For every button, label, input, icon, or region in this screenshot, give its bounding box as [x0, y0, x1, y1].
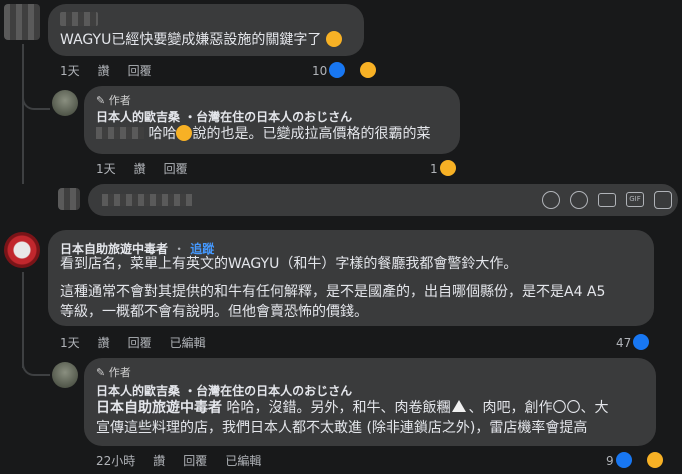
like-link[interactable]: 讚: [134, 162, 146, 176]
author-avatar[interactable]: [52, 362, 78, 388]
laughing-emoji-icon: [325, 31, 342, 47]
comment-bubble: WAGYU已經快要變成嫌惡設施的關鍵字了: [48, 4, 364, 56]
composer-placeholder-redacted: [102, 194, 192, 206]
reply-actions: 22小時 讚 回覆 已編輯: [96, 452, 279, 469]
reaction-count: 47: [616, 336, 632, 350]
timestamp[interactable]: 1天: [60, 64, 80, 78]
stickers-icon[interactable]: [654, 191, 672, 209]
haha-reaction-icon: [646, 452, 663, 468]
like-reaction-icon: [633, 334, 650, 350]
commenter-avatar[interactable]: [4, 232, 40, 268]
commenter-avatar[interactable]: [4, 4, 40, 40]
reply-text: 哈哈 說的也是。已變成拉高價格的很霸的菜: [96, 124, 430, 144]
reaction-summary[interactable]: 47: [616, 334, 667, 350]
like-reaction-icon: [615, 452, 632, 468]
reaction-count: 1: [430, 162, 438, 176]
comment-actions: 1天 讚 回覆 已編輯: [60, 334, 224, 351]
reply-text-line2: 宣傳這些料理的店，我們日本人都不太敢進 (除非連鎖店之外)，雷店機率會提高: [96, 420, 588, 436]
edited-label: 已編輯: [169, 336, 206, 350]
edited-label: 已編輯: [225, 454, 262, 468]
author-avatar[interactable]: [52, 90, 78, 116]
reply-text-line1: 日本自助旅遊中毒者 哈哈，沒錯。另外，和牛、肉卷飯糰 、肉吧，創作〇〇、大: [96, 400, 609, 416]
reply-link[interactable]: 回覆: [183, 454, 207, 468]
reaction-summary[interactable]: 9: [606, 452, 681, 468]
pencil-icon: ✎: [96, 94, 106, 107]
reply-bubble: ✎ 作者 日本人的歐吉桑 ・台灣在住の日本人のおじさん 哈哈 說的也是。已變成拉高…: [84, 86, 460, 154]
smile-emoji-icon: [176, 125, 193, 141]
like-link[interactable]: 讚: [98, 336, 110, 350]
haha-reaction-icon: [439, 160, 456, 176]
reply-composer[interactable]: GIF: [88, 184, 678, 216]
commenter-name-redacted[interactable]: [60, 12, 98, 26]
timestamp[interactable]: 22小時: [96, 454, 135, 468]
reaction-summary[interactable]: 10: [312, 62, 394, 78]
gif-icon[interactable]: GIF: [626, 192, 644, 207]
comment-actions: 1天 讚 回覆: [60, 62, 170, 79]
like-link[interactable]: 讚: [153, 454, 165, 468]
reply-link[interactable]: 回覆: [128, 64, 152, 78]
sticker-icon[interactable]: [542, 191, 560, 209]
like-reaction-icon: [329, 62, 346, 78]
comment-bubble: 日本自助旅遊中毒者 ・ 追蹤 看到店名，菜單上有英文的WAGYU（和牛）字樣的餐…: [48, 230, 654, 326]
reply-actions: 1天 讚 回覆: [96, 160, 206, 177]
reply-link[interactable]: 回覆: [128, 336, 152, 350]
thread-branch: [22, 354, 50, 376]
author-badge: ✎ 作者: [96, 94, 131, 107]
emoji-icon[interactable]: [570, 191, 588, 209]
thread-line: [22, 44, 24, 184]
current-user-avatar[interactable]: [58, 188, 80, 210]
thread-branch: [22, 88, 50, 110]
reaction-summary[interactable]: 1: [430, 160, 474, 176]
comment-text-para2-line2: 等級，一概都不會有說明。但他會賣恐怖的價錢。: [60, 304, 368, 320]
mention-redacted[interactable]: [96, 127, 144, 139]
comment-text-para1: 看到店名，菜單上有英文的WAGYU（和牛）字樣的餐廳我都會警鈴大作。: [60, 256, 518, 272]
comment-text-para2-line1: 這種通常不會對其提供的和牛有任何解釋，是不是國產的，出自哪個縣份，是不是A4 A…: [60, 284, 606, 300]
mention-link[interactable]: 日本自助旅遊中毒者: [96, 400, 222, 416]
haha-reaction-icon: [360, 62, 377, 78]
timestamp[interactable]: 1天: [60, 336, 80, 350]
author-name[interactable]: 日本人的歐吉桑 ・台灣在住の日本人のおじさん: [96, 108, 352, 125]
reply-link[interactable]: 回覆: [164, 162, 188, 176]
onigiri-emoji-icon: [452, 400, 467, 412]
pencil-icon: ✎: [96, 366, 106, 379]
camera-icon[interactable]: [598, 193, 616, 207]
reaction-count: 9: [606, 454, 614, 468]
reaction-count: 10: [312, 64, 328, 78]
comment-text: WAGYU已經快要變成嫌惡設施的關鍵字了: [60, 30, 342, 50]
like-link[interactable]: 讚: [98, 64, 110, 78]
author-name[interactable]: 日本人的歐吉桑 ・台灣在住の日本人のおじさん: [96, 382, 352, 399]
timestamp[interactable]: 1天: [96, 162, 116, 176]
author-badge: ✎ 作者: [96, 366, 131, 379]
reply-bubble: ✎ 作者 日本人的歐吉桑 ・台灣在住の日本人のおじさん 日本自助旅遊中毒者 哈哈…: [84, 358, 656, 446]
